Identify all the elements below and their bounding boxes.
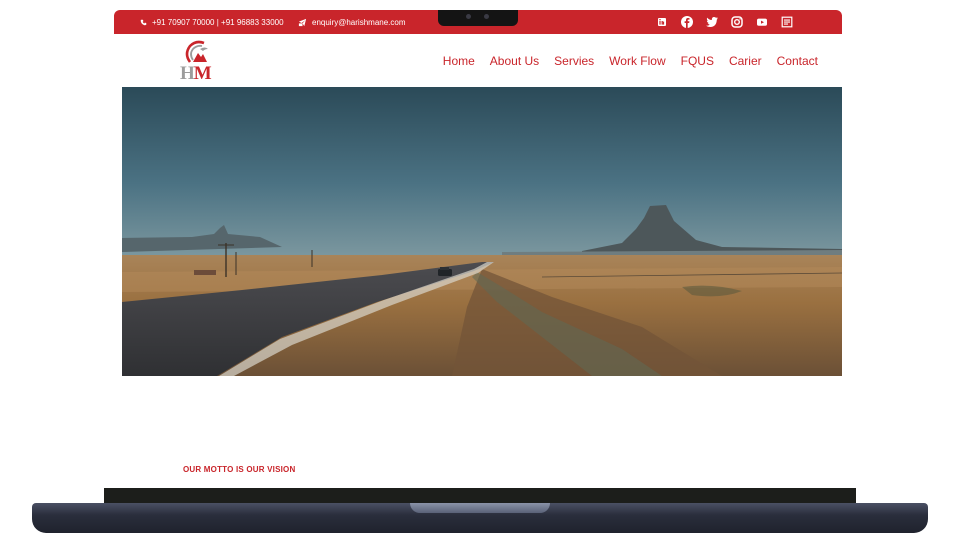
nav-faqs[interactable]: FQUS [681, 54, 714, 68]
camera-dot [466, 14, 471, 19]
website-screen: +91 70907 70000 | +91 96883 33000 enquir… [114, 10, 842, 480]
hero-banner [122, 87, 842, 376]
nav-home[interactable]: Home [443, 54, 475, 68]
main-nav: Home About Us Servies Work Flow FQUS Car… [443, 54, 818, 68]
nav-work-flow[interactable]: Work Flow [609, 54, 665, 68]
nav-about-us[interactable]: About Us [490, 54, 539, 68]
camera-notch [438, 10, 518, 26]
sensor-dot [484, 14, 489, 19]
laptop-base-groove [410, 503, 550, 513]
social-links [655, 15, 794, 29]
youtube-icon[interactable] [755, 15, 769, 29]
phone-numbers: +91 70907 70000 | +91 96883 33000 [152, 18, 284, 27]
twitter-icon[interactable] [705, 15, 719, 29]
laptop-bezel-bottom [104, 488, 856, 504]
email-contact[interactable]: enquiry@harishmane.com [298, 18, 406, 27]
desert-highway-image [122, 87, 842, 376]
email-address: enquiry@harishmane.com [312, 18, 406, 27]
email-icon [298, 18, 307, 27]
nav-contact[interactable]: Contact [777, 54, 818, 68]
logo-letter-m: M [193, 63, 212, 84]
logo-wordmark[interactable]: HM [180, 63, 212, 85]
instagram-icon[interactable] [730, 15, 744, 29]
blog-icon[interactable] [780, 15, 794, 29]
nav-career[interactable]: Carier [729, 54, 762, 68]
linkedin-icon[interactable] [655, 15, 669, 29]
facebook-icon[interactable] [680, 15, 694, 29]
phone-icon [140, 19, 147, 26]
phone-contact[interactable]: +91 70907 70000 | +91 96883 33000 [140, 18, 284, 27]
laptop-base [32, 503, 928, 533]
nav-services[interactable]: Servies [554, 54, 594, 68]
logo-letter-h: H [180, 63, 195, 84]
motto-heading: OUR MOTTO IS OUR VISION [183, 465, 296, 474]
site-header: HM Home About Us Servies Work Flow FQUS … [114, 34, 842, 87]
